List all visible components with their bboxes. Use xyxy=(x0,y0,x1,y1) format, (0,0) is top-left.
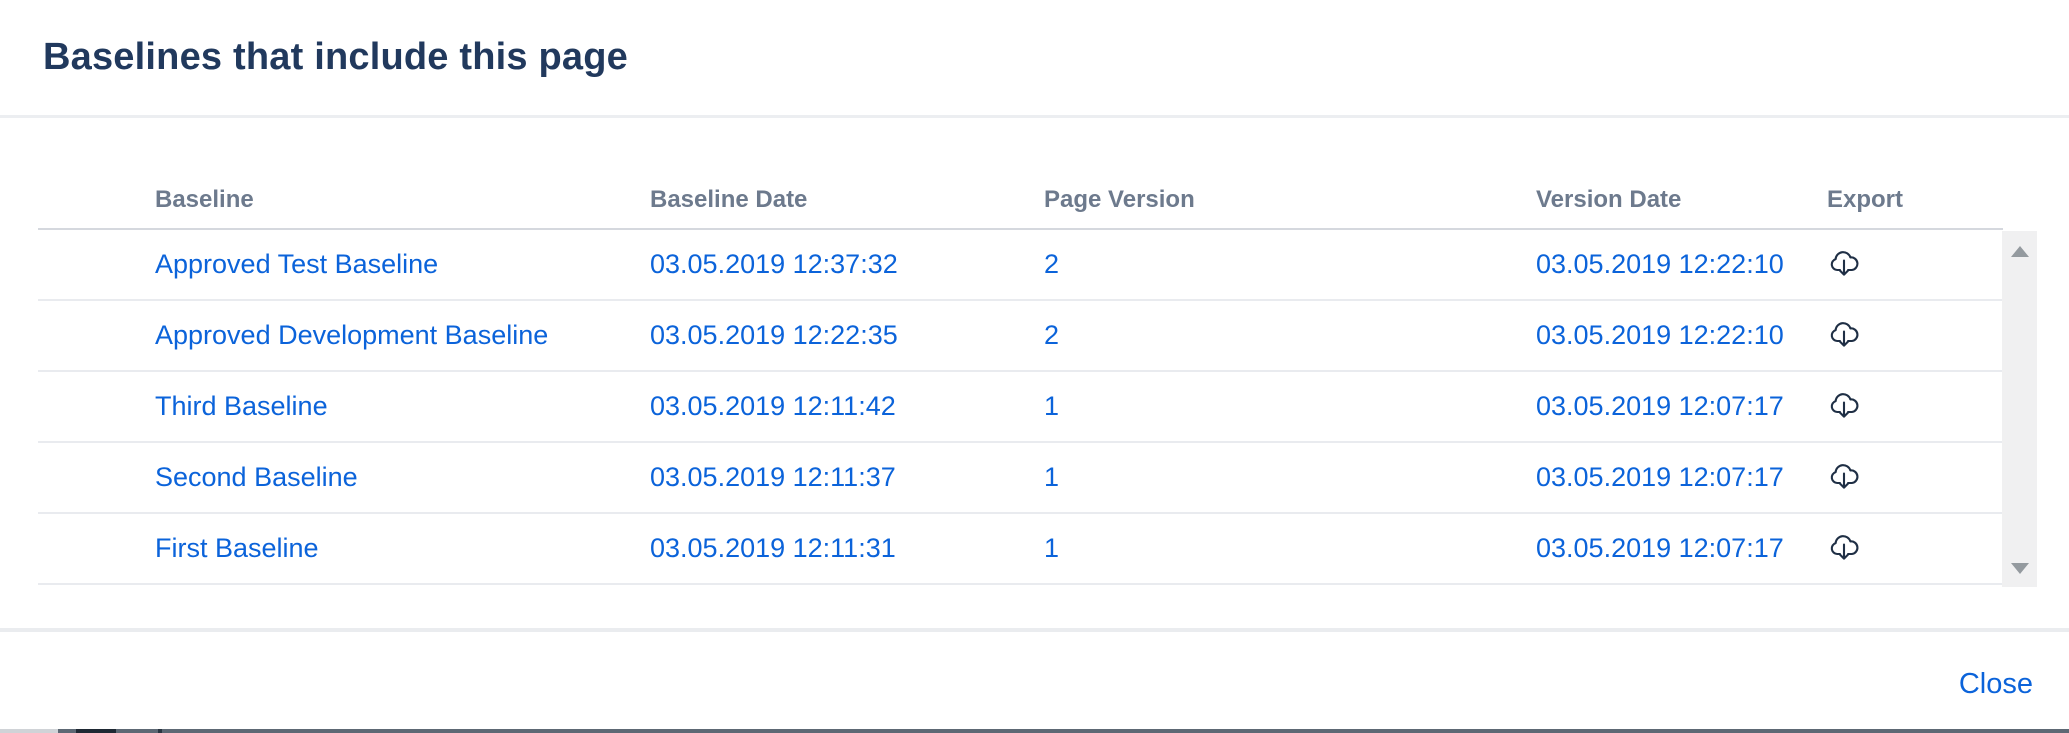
table-row: Second Baseline 03.05.2019 12:11:37 1 03… xyxy=(38,443,2003,514)
table-row: Third Baseline 03.05.2019 12:11:42 1 03.… xyxy=(38,372,2003,443)
table-row: Approved Test Baseline 03.05.2019 12:37:… xyxy=(38,230,2003,301)
column-header-export: Export xyxy=(1827,186,2003,214)
scroll-down-arrow-icon[interactable] xyxy=(2011,563,2029,574)
baseline-date-link[interactable]: 03.05.2019 12:37:32 xyxy=(650,249,898,279)
page-version-link[interactable]: 1 xyxy=(1044,533,1059,563)
column-header-page-version: Page Version xyxy=(1044,186,1536,214)
page-version-link[interactable]: 1 xyxy=(1044,462,1059,492)
baseline-link[interactable]: Approved Development Baseline xyxy=(155,320,548,350)
page-version-link[interactable]: 1 xyxy=(1044,391,1059,421)
dialog-header: Baselines that include this page xyxy=(0,0,2069,118)
column-header-baseline-date: Baseline Date xyxy=(650,186,1044,214)
column-header-version-date: Version Date xyxy=(1536,186,1827,214)
version-date-link[interactable]: 03.05.2019 12:07:17 xyxy=(1536,391,1784,421)
table-scrollbar[interactable] xyxy=(2002,231,2037,587)
page-version-link[interactable]: 2 xyxy=(1044,249,1059,279)
version-date-link[interactable]: 03.05.2019 12:22:10 xyxy=(1536,249,1784,279)
export-cloud-download-icon[interactable] xyxy=(1827,319,1861,349)
dialog-title: Baselines that include this page xyxy=(43,36,628,79)
background-page-edge-tick xyxy=(158,729,162,733)
scroll-up-arrow-icon[interactable] xyxy=(2011,246,2029,257)
table-body: Approved Test Baseline 03.05.2019 12:37:… xyxy=(38,230,2003,585)
background-page-edge-light xyxy=(0,729,58,733)
table-row: First Baseline 03.05.2019 12:11:31 1 03.… xyxy=(38,514,2003,585)
baseline-link[interactable]: Approved Test Baseline xyxy=(155,249,438,279)
baseline-date-link[interactable]: 03.05.2019 12:11:37 xyxy=(650,462,896,492)
footer-divider xyxy=(0,628,2069,632)
table-row: Approved Development Baseline 03.05.2019… xyxy=(38,301,2003,372)
baseline-link[interactable]: First Baseline xyxy=(155,533,319,563)
export-cloud-download-icon[interactable] xyxy=(1827,248,1861,278)
background-page-edge xyxy=(0,729,2069,733)
export-cloud-download-icon[interactable] xyxy=(1827,390,1861,420)
baselines-table: Baseline Baseline Date Page Version Vers… xyxy=(38,118,2003,585)
column-header-baseline: Baseline xyxy=(38,186,650,214)
baseline-date-link[interactable]: 03.05.2019 12:22:35 xyxy=(650,320,898,350)
baseline-date-link[interactable]: 03.05.2019 12:11:31 xyxy=(650,533,896,563)
version-date-link[interactable]: 03.05.2019 12:22:10 xyxy=(1536,320,1784,350)
baseline-link[interactable]: Second Baseline xyxy=(155,462,358,492)
close-button[interactable]: Close xyxy=(1959,668,2033,701)
export-cloud-download-icon[interactable] xyxy=(1827,532,1861,562)
export-cloud-download-icon[interactable] xyxy=(1827,461,1861,491)
baseline-link[interactable]: Third Baseline xyxy=(155,391,328,421)
table-header-row: Baseline Baseline Date Page Version Vers… xyxy=(38,118,2003,230)
baseline-date-link[interactable]: 03.05.2019 12:11:42 xyxy=(650,391,896,421)
page-version-link[interactable]: 2 xyxy=(1044,320,1059,350)
background-page-edge-dark xyxy=(76,729,116,733)
version-date-link[interactable]: 03.05.2019 12:07:17 xyxy=(1536,533,1784,563)
version-date-link[interactable]: 03.05.2019 12:07:17 xyxy=(1536,462,1784,492)
